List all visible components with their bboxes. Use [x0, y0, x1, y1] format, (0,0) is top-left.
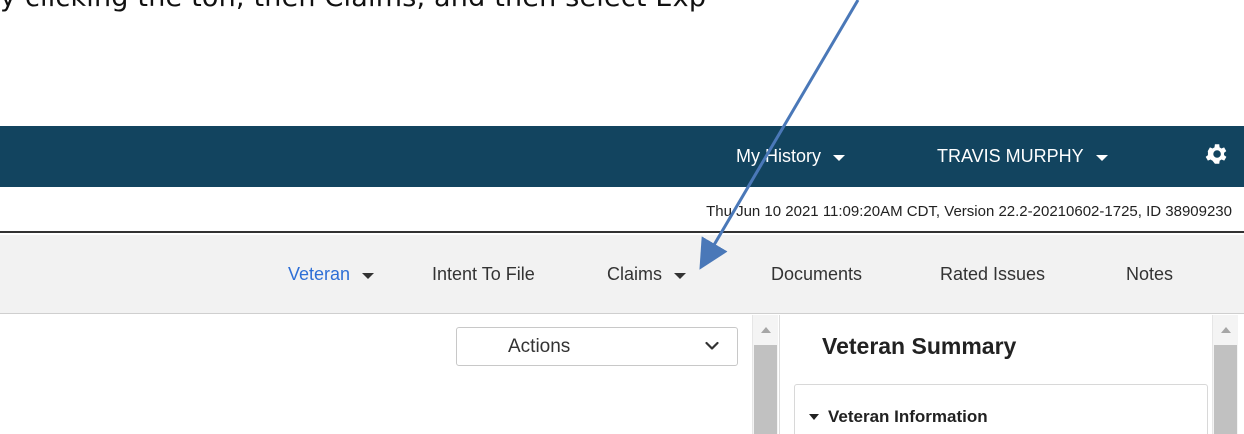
veteran-information-toggle[interactable]: Veteran Information — [809, 407, 988, 427]
caret-down-icon — [809, 414, 819, 420]
scrollbar-thumb[interactable] — [1214, 345, 1237, 434]
chevron-down-icon — [362, 272, 375, 279]
nav-documents-label: Documents — [771, 264, 863, 284]
main-navigation: Veteran Intent To File Claims Documents … — [0, 235, 1244, 314]
nav-rated-issues[interactable]: Rated Issues — [940, 235, 1045, 314]
left-pane-scrollbar[interactable] — [752, 315, 778, 434]
nav-intent-to-file-label: Intent To File — [432, 264, 535, 284]
nav-veteran-label: Veteran — [288, 264, 351, 284]
my-history-label: My History — [736, 146, 821, 166]
user-name-label: TRAVIS MURPHY — [937, 146, 1084, 166]
nav-notes-label: Notes — [1126, 264, 1174, 284]
status-line: Thu Jun 10 2021 11:09:20AM CDT, Version … — [0, 187, 1244, 233]
nav-rated-issues-label: Rated Issues — [940, 264, 1046, 284]
veteran-summary-title: Veteran Summary — [822, 333, 1017, 359]
user-menu[interactable]: TRAVIS MURPHY — [937, 126, 1108, 187]
nav-documents[interactable]: Documents — [771, 235, 862, 314]
nav-claims-label: Claims — [607, 264, 663, 284]
chevron-down-icon — [674, 272, 687, 279]
nav-claims[interactable]: Claims — [607, 235, 687, 314]
veteran-information-label: Veteran Information — [828, 407, 988, 426]
scroll-up-icon[interactable] — [1221, 327, 1231, 333]
top-navigation-bar: My History TRAVIS MURPHY — [0, 126, 1244, 187]
panel-divider — [779, 315, 780, 434]
instruction-text: y clicking the ton, then Claims, and the… — [0, 0, 706, 42]
chevron-down-icon — [833, 154, 845, 161]
nav-veteran[interactable]: Veteran — [288, 235, 375, 314]
session-info-text: Thu Jun 10 2021 11:09:20AM CDT, Version … — [706, 203, 1232, 220]
actions-dropdown[interactable]: Actions — [456, 327, 738, 366]
chevron-down-icon — [1095, 154, 1108, 161]
gear-icon[interactable] — [1203, 141, 1229, 167]
veteran-information-panel: Veteran Information — [794, 384, 1208, 434]
instruction-text-line: y clicking the ton, then Claims, and the… — [0, 0, 706, 13]
right-pane-scrollbar[interactable] — [1212, 315, 1238, 434]
chevron-down-icon — [705, 341, 719, 350]
nav-intent-to-file[interactable]: Intent To File — [432, 235, 535, 314]
actions-selected-value: Actions — [508, 335, 571, 357]
my-history-menu[interactable]: My History — [736, 126, 845, 187]
nav-notes[interactable]: Notes — [1126, 235, 1173, 314]
scroll-up-icon[interactable] — [761, 327, 771, 333]
scrollbar-thumb[interactable] — [754, 345, 777, 434]
